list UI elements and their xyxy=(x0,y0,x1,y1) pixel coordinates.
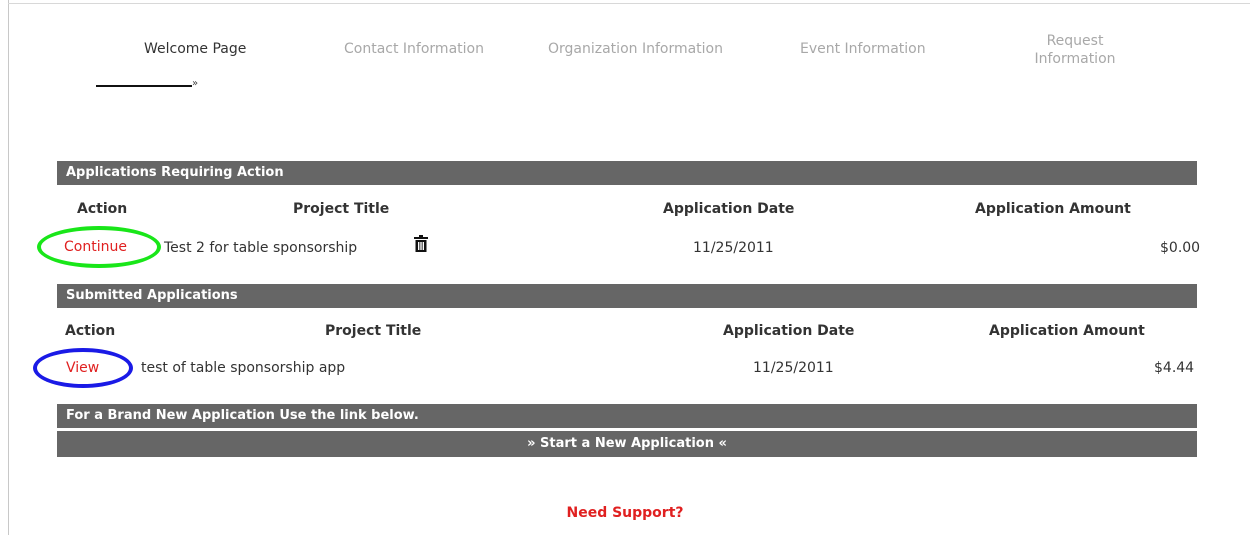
indicator-line xyxy=(96,85,192,87)
indicator-arrow-icon: » xyxy=(192,78,199,89)
col-header-application-amount: Application Amount xyxy=(975,201,1131,217)
application-amount: $0.00 xyxy=(1160,240,1201,256)
view-link[interactable]: View xyxy=(66,360,99,376)
submitted-applications-header: Submitted Applications xyxy=(57,284,1197,308)
current-step-indicator: » xyxy=(96,78,199,92)
project-title: test of table sponsorship app xyxy=(141,360,346,376)
col-header-action: Action xyxy=(65,323,116,339)
need-support-link[interactable]: Need Support? xyxy=(0,505,1250,521)
application-date: 11/25/2011 xyxy=(753,360,834,376)
new-application-header: For a Brand New Application Use the link… xyxy=(57,404,1197,428)
step-organization-information[interactable]: Organization Information xyxy=(548,40,723,58)
col-header-application-date: Application Date xyxy=(723,323,855,339)
step-event-information[interactable]: Event Information xyxy=(800,40,926,58)
requiring-action-header: Applications Requiring Action xyxy=(57,161,1197,185)
step-contact-information[interactable]: Contact Information xyxy=(344,40,484,58)
step-request-information[interactable]: Request Information xyxy=(1025,32,1125,68)
application-amount: $4.44 xyxy=(1154,360,1195,376)
project-title: Test 2 for table sponsorship xyxy=(164,240,358,256)
col-header-project-title: Project Title xyxy=(293,201,390,217)
wizard-steps: Welcome Page Contact Information Organiz… xyxy=(0,0,1250,110)
step-welcome-page[interactable]: Welcome Page xyxy=(144,40,246,58)
col-header-action: Action xyxy=(77,201,128,217)
trash-icon[interactable] xyxy=(414,235,428,252)
start-new-application-link[interactable]: » Start a New Application « xyxy=(57,431,1197,457)
application-date: 11/25/2011 xyxy=(693,240,774,256)
col-header-application-date: Application Date xyxy=(663,201,795,217)
col-header-project-title: Project Title xyxy=(325,323,422,339)
col-header-application-amount: Application Amount xyxy=(989,323,1145,339)
continue-link[interactable]: Continue xyxy=(64,239,127,255)
